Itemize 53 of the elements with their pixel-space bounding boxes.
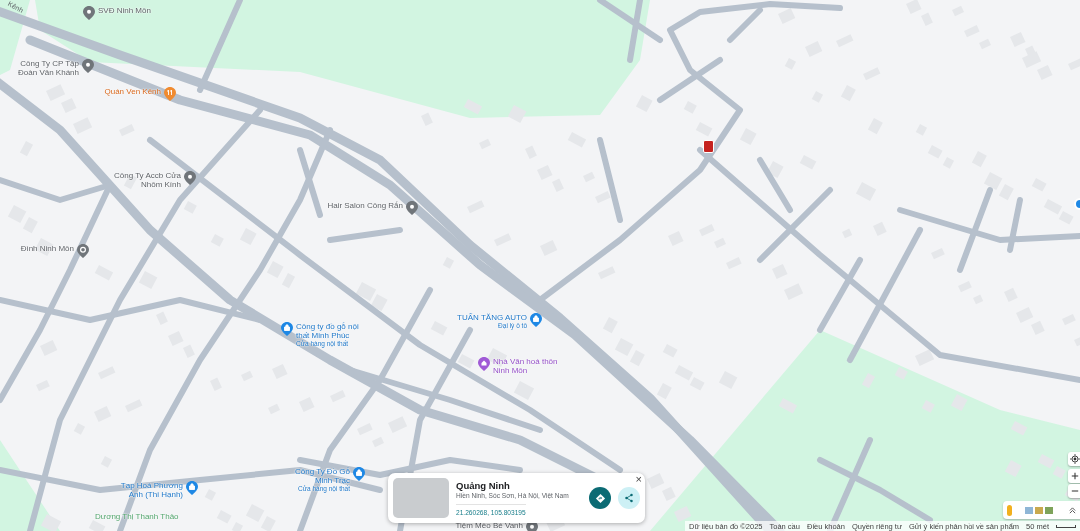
map-layer-thumbnail[interactable] — [1045, 506, 1053, 514]
map-pin-icon[interactable] — [82, 59, 94, 73]
share-button[interactable] — [618, 487, 640, 509]
building — [656, 383, 672, 400]
building — [662, 486, 676, 501]
building — [778, 8, 796, 24]
place-label[interactable]: Công ty đồ gỗ nội thất Minh Phúc — [296, 322, 368, 340]
building — [1052, 466, 1066, 479]
building — [266, 261, 284, 279]
map-pin-icon[interactable] — [184, 171, 196, 185]
place-label[interactable]: Công Ty CP Tập Đoàn Vân Khánh — [17, 59, 79, 77]
building — [370, 294, 388, 312]
shopping-bag-pin-icon[interactable] — [281, 322, 293, 336]
scale-bar — [1056, 524, 1076, 528]
building — [595, 191, 611, 204]
shopping-bag-pin-icon[interactable] — [353, 467, 365, 481]
building — [766, 161, 784, 179]
place-label[interactable]: Quán Ven Kênh — [104, 87, 161, 96]
share-icon[interactable] — [624, 493, 634, 503]
house-pin-icon[interactable] — [478, 357, 490, 371]
chevron-up-icon[interactable] — [1069, 506, 1076, 514]
shopping-bag-pin-icon[interactable] — [530, 313, 542, 327]
building — [915, 349, 935, 366]
place-label[interactable]: Hair Salon Công Rắn — [327, 201, 403, 210]
temple-pin-icon[interactable] — [77, 244, 89, 258]
terrain-layer-thumbnail[interactable] — [1035, 506, 1043, 514]
building — [674, 506, 692, 522]
shopping-bag-pin-icon[interactable] — [186, 481, 198, 495]
place-label[interactable]: Tạp Hoá Phương Anh (Thi Hạnh) — [111, 481, 183, 499]
place-label[interactable]: Công Ty Accb Cửa Nhôm Kính — [111, 171, 181, 189]
map-pin-icon[interactable] — [406, 201, 418, 215]
building — [40, 340, 58, 356]
directions-button[interactable] — [589, 487, 611, 509]
building — [647, 473, 665, 489]
map-pin-icon[interactable] — [83, 6, 95, 20]
close-button[interactable]: × — [635, 474, 642, 485]
place-label[interactable]: SVĐ Ninh Môn — [98, 6, 151, 15]
directions-icon[interactable] — [594, 492, 606, 504]
place-label[interactable]: Tiệm Mèo Bé Vanh — [455, 521, 523, 530]
place-label[interactable]: Nhà Văn hoá thôn Ninh Môn — [493, 357, 563, 375]
building — [40, 514, 62, 531]
place-label[interactable]: Đình Ninh Môn — [20, 244, 74, 253]
place-label[interactable]: TUẤN TĂNG AUTO — [457, 313, 527, 322]
restaurant-pin-icon[interactable] — [164, 87, 176, 101]
place-label[interactable]: Công Ty Đồ Gỗ Minh Trạc — [290, 467, 350, 485]
building — [894, 367, 908, 380]
building — [355, 282, 377, 301]
building — [457, 354, 475, 369]
place-title: Quảng Ninh — [456, 479, 511, 491]
map-pin-icon[interactable] — [526, 521, 538, 531]
street-label: Dương Thị Thanh Thảo — [95, 512, 179, 521]
building — [183, 201, 197, 214]
satellite-layer-thumbnail[interactable] — [1025, 506, 1033, 514]
